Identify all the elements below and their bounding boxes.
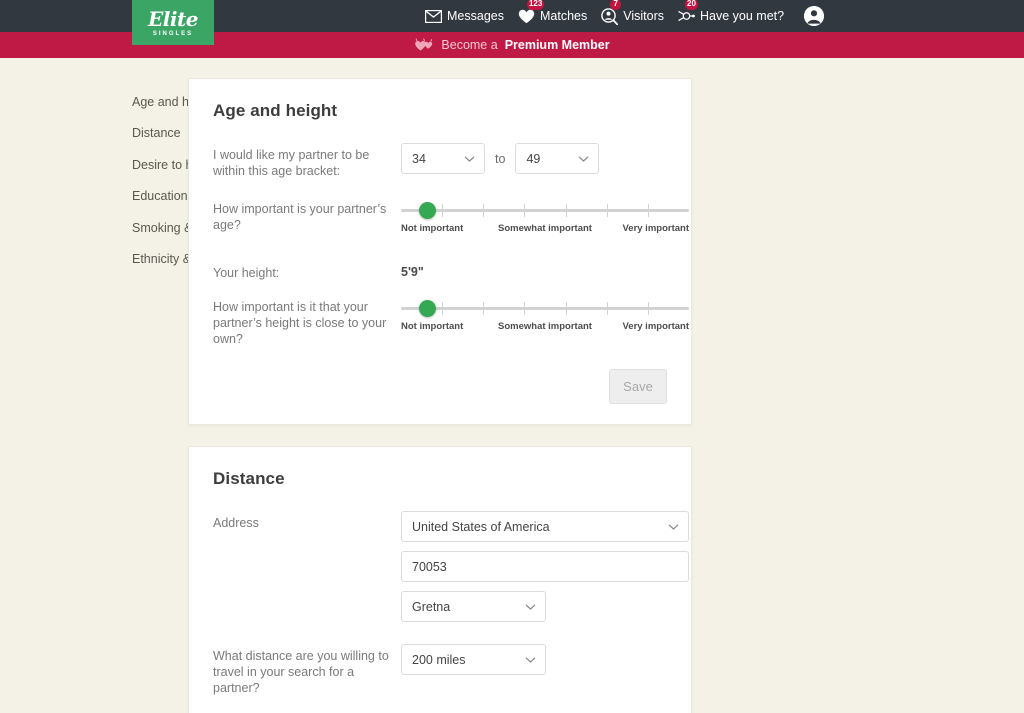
slider-thumb[interactable] — [418, 300, 436, 317]
chevron-down-icon — [578, 155, 589, 162]
connection-icon — [678, 8, 695, 25]
slider-label-somewhat-important: Somewhat important — [498, 321, 592, 332]
your-height-value: 5'9" — [401, 265, 424, 279]
slider-tick — [483, 204, 485, 217]
page-body: Age and height Distance Desire to have c… — [0, 58, 1024, 713]
top-navigation-bar: Elite SINGLES Messages 123 Matches 7 Vis… — [0, 0, 1024, 45]
nav-badge-have-you-met: 20 — [685, 0, 698, 10]
magnifier-person-icon — [601, 7, 619, 25]
travel-distance-value: 200 miles — [412, 652, 466, 667]
slider-tick — [442, 204, 444, 217]
country-select[interactable]: United States of America — [401, 511, 689, 542]
nav-item-matches-label: Matches — [539, 9, 588, 23]
slider-tick — [524, 302, 526, 315]
chevron-down-icon — [668, 523, 679, 530]
envelope-icon — [425, 8, 442, 25]
address-label: Address — [213, 516, 259, 530]
nav-item-messages-label: Messages — [447, 9, 504, 23]
row-age-importance: How important is your partner’s age? Not… — [213, 197, 689, 237]
slider-label-not-important: Not important — [401, 223, 464, 234]
sidebar-item-age-and-height[interactable]: Age and height — [132, 86, 216, 118]
chevron-down-icon — [525, 603, 536, 610]
slider-label-very-important: Very important — [622, 223, 689, 234]
slider-track — [401, 307, 689, 310]
age-bracket-label: I would like my partner to be within thi… — [213, 148, 370, 178]
nav-item-matches[interactable]: 123 Matches — [518, 0, 587, 32]
travel-distance-label: What distance are you willing to travel … — [213, 649, 389, 695]
nav-item-have-you-met[interactable]: 20 Have you met? — [678, 0, 784, 32]
slider-tick — [606, 302, 608, 315]
your-height-label: Your height: — [213, 266, 280, 280]
site-logo[interactable]: Elite SINGLES — [132, 0, 214, 45]
card-age-and-height-title: Age and height — [213, 101, 338, 120]
nav-item-have-you-met-label: Have you met? — [700, 9, 785, 23]
country-value: United States of America — [412, 519, 550, 534]
zip-code-input[interactable]: 70053 — [401, 551, 689, 582]
sidebar-item-desire-to-have-children[interactable]: Desire to have children — [132, 149, 260, 181]
age-importance-label: How important is your partner’s age? — [213, 202, 387, 232]
age-to-word: to — [495, 151, 506, 166]
card-distance: Distance Address United States of Americ… — [188, 446, 692, 713]
card-distance-title: Distance — [213, 469, 285, 488]
sidebar-item-distance[interactable]: Distance — [132, 118, 188, 150]
premium-banner-emphasis: Premium Member — [504, 38, 610, 52]
premium-banner-prefix: Become a — [441, 38, 498, 52]
slider-tick — [565, 302, 567, 315]
slider-track — [401, 209, 689, 212]
slider-thumb[interactable] — [418, 202, 436, 219]
age-from-select[interactable]: 34 — [401, 143, 485, 174]
height-importance-slider[interactable] — [401, 300, 689, 317]
nav-badge-matches: 123 — [526, 0, 545, 10]
settings-sidebar: Age and height Distance Desire to have c… — [0, 78, 281, 713]
slider-tick — [606, 204, 608, 217]
slider-tick — [647, 302, 649, 315]
save-button[interactable]: Save — [609, 369, 667, 404]
sidebar-item-smoking-drinking-habits[interactable]: Smoking & Drinking Habits — [132, 212, 281, 244]
row-height-importance: How important is it that your partner’s … — [213, 295, 689, 347]
sidebar-item-education-income[interactable]: Education & Income — [132, 181, 244, 213]
logo-subtext: SINGLES — [152, 30, 194, 37]
row-address: Address United States of America 70053 G… — [213, 511, 689, 622]
slider-label-not-important: Not important — [401, 321, 464, 332]
chevron-down-icon — [525, 656, 536, 663]
heart-icon — [518, 8, 535, 25]
city-select[interactable]: Gretna — [401, 591, 546, 622]
row-your-height: Your height: 5'9" — [213, 261, 667, 281]
user-avatar-icon[interactable] — [804, 6, 825, 26]
sidebar-item-ethnicity-religion[interactable]: Ethnicity & Religion — [132, 244, 240, 276]
age-to-select[interactable]: 49 — [515, 143, 600, 174]
travel-distance-select[interactable]: 200 miles — [401, 644, 546, 675]
slider-label-somewhat-important: Somewhat important — [498, 223, 592, 234]
row-age-bracket: I would like my partner to be within thi… — [213, 143, 667, 179]
slider-tick — [483, 302, 485, 315]
row-travel-distance: What distance are you willing to travel … — [213, 644, 667, 696]
nav-badge-visitors: 7 — [610, 0, 622, 10]
age-importance-slider[interactable] — [401, 202, 689, 219]
chevron-down-icon — [464, 155, 475, 162]
city-value: Gretna — [412, 599, 451, 614]
height-importance-slider-wrap: Not important Somewhat important Very im… — [401, 295, 689, 335]
slider-scale-labels: Not important Somewhat important Very im… — [401, 223, 689, 237]
slider-tick — [442, 302, 444, 315]
slider-label-very-important: Very important — [622, 321, 689, 332]
card-age-and-height: Age and height I would like my partner t… — [188, 78, 692, 425]
nav-item-visitors-label: Visitors — [623, 9, 664, 23]
slider-scale-labels: Not important Somewhat important Very im… — [401, 321, 689, 335]
height-importance-label: How important is it that your partner’s … — [213, 300, 387, 346]
slider-tick — [524, 204, 526, 217]
age-importance-slider-wrap: Not important Somewhat important Very im… — [401, 197, 689, 237]
card-age-and-height-actions: Save — [213, 369, 667, 404]
primary-nav: Messages 123 Matches 7 Visitors 20 Have … — [425, 0, 825, 32]
nav-item-messages[interactable]: Messages — [425, 0, 504, 32]
zip-code-value: 70053 — [412, 559, 447, 574]
age-from-value: 34 — [412, 151, 426, 166]
hearts-icon — [414, 38, 434, 52]
slider-tick — [647, 204, 649, 217]
logo-wordmark: Elite — [148, 6, 198, 31]
nav-item-visitors[interactable]: 7 Visitors — [601, 0, 664, 32]
slider-tick — [565, 204, 567, 217]
settings-content: Age and height I would like my partner t… — [188, 78, 1024, 713]
age-to-value: 49 — [526, 151, 541, 166]
